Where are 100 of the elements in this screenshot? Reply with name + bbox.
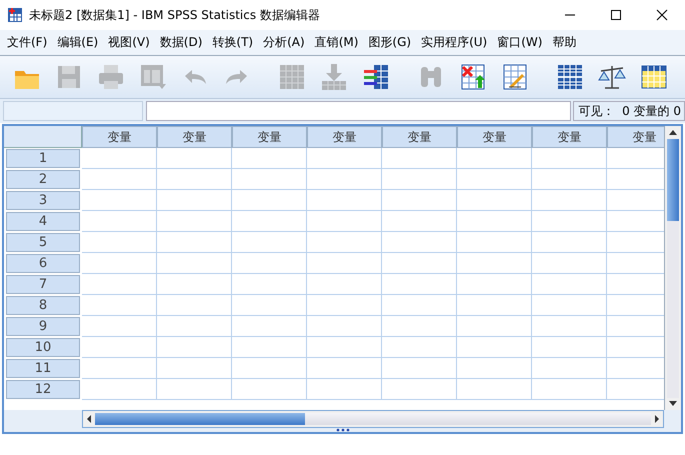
- table-cell[interactable]: [82, 316, 157, 337]
- row-header[interactable]: 4: [6, 212, 80, 231]
- table-cell[interactable]: [307, 169, 382, 190]
- column-header[interactable]: 变量: [382, 126, 457, 148]
- table-cell[interactable]: [307, 337, 382, 358]
- table-cell[interactable]: [457, 169, 532, 190]
- table-cell[interactable]: [157, 274, 232, 295]
- row-header[interactable]: 9: [6, 317, 80, 336]
- cell-reference-field[interactable]: [3, 101, 143, 121]
- menu-item[interactable]: 文件(F): [4, 34, 54, 51]
- resize-grip-icon[interactable]: [336, 428, 350, 432]
- row-header[interactable]: 6: [6, 254, 80, 273]
- menu-item[interactable]: 分析(A): [260, 34, 312, 51]
- table-cell[interactable]: [307, 148, 382, 169]
- table-cell[interactable]: [532, 190, 607, 211]
- row-header[interactable]: 3: [6, 191, 80, 210]
- scroll-thumb[interactable]: [95, 413, 305, 426]
- table-cell[interactable]: [532, 337, 607, 358]
- row-header[interactable]: 7: [6, 275, 80, 294]
- table-cell[interactable]: [457, 253, 532, 274]
- table-cell[interactable]: [82, 169, 157, 190]
- table-cell[interactable]: [382, 295, 457, 316]
- table-cell[interactable]: [457, 190, 532, 211]
- column-header[interactable]: 变量: [532, 126, 607, 148]
- table-cell[interactable]: [532, 379, 607, 400]
- column-header[interactable]: 变量: [607, 126, 664, 148]
- table-cell[interactable]: [382, 379, 457, 400]
- menu-item[interactable]: 编辑(E): [54, 34, 106, 51]
- table-cell[interactable]: [457, 295, 532, 316]
- row-header[interactable]: 2: [6, 170, 80, 189]
- table-cell[interactable]: [457, 232, 532, 253]
- table-cell[interactable]: [157, 148, 232, 169]
- table-cell[interactable]: [307, 316, 382, 337]
- table-cell[interactable]: [382, 232, 457, 253]
- table-cell[interactable]: [382, 190, 457, 211]
- table-cell[interactable]: [457, 148, 532, 169]
- menu-item[interactable]: 实用程序(U): [418, 34, 494, 51]
- row-header[interactable]: 10: [6, 338, 80, 357]
- table-cell[interactable]: [307, 295, 382, 316]
- table-cell[interactable]: [382, 148, 457, 169]
- table-cell[interactable]: [82, 232, 157, 253]
- table-cell[interactable]: [232, 211, 307, 232]
- table-cell[interactable]: [157, 190, 232, 211]
- table-cell[interactable]: [532, 148, 607, 169]
- table-cell[interactable]: [232, 253, 307, 274]
- table-cell[interactable]: [82, 358, 157, 379]
- column-header[interactable]: 变量: [457, 126, 532, 148]
- row-header[interactable]: 8: [6, 296, 80, 315]
- table-cell[interactable]: [532, 316, 607, 337]
- table-cell[interactable]: [532, 295, 607, 316]
- table-cell[interactable]: [232, 295, 307, 316]
- maximize-icon[interactable]: [610, 9, 622, 21]
- table-cell[interactable]: [232, 190, 307, 211]
- row-header[interactable]: 1: [6, 149, 80, 168]
- table-cell[interactable]: [307, 232, 382, 253]
- column-header[interactable]: 变量: [232, 126, 307, 148]
- row-header[interactable]: 12: [6, 380, 80, 399]
- row-header[interactable]: 5: [6, 233, 80, 252]
- table-cell[interactable]: [382, 337, 457, 358]
- table-cell[interactable]: [82, 379, 157, 400]
- close-icon[interactable]: [656, 9, 668, 21]
- table-cell[interactable]: [157, 253, 232, 274]
- table-cell[interactable]: [307, 358, 382, 379]
- table-cell[interactable]: [382, 358, 457, 379]
- table-cell[interactable]: [157, 169, 232, 190]
- column-header[interactable]: 变量: [307, 126, 382, 148]
- table-cell[interactable]: [457, 358, 532, 379]
- menu-item[interactable]: 帮助: [549, 34, 584, 51]
- table-cell[interactable]: [382, 169, 457, 190]
- row-header[interactable]: 11: [6, 359, 80, 378]
- menu-item[interactable]: 转换(T): [209, 34, 260, 51]
- horizontal-scrollbar[interactable]: [82, 410, 664, 428]
- table-cell[interactable]: [82, 148, 157, 169]
- table-cell[interactable]: [532, 253, 607, 274]
- table-cell[interactable]: [82, 274, 157, 295]
- table-cell[interactable]: [232, 379, 307, 400]
- table-cell[interactable]: [307, 379, 382, 400]
- table-cell[interactable]: [382, 316, 457, 337]
- table-cell[interactable]: [457, 379, 532, 400]
- menu-item[interactable]: 直销(M): [312, 34, 366, 51]
- table-cell[interactable]: [532, 211, 607, 232]
- table-cell[interactable]: [382, 274, 457, 295]
- table-cell[interactable]: [532, 274, 607, 295]
- table-cell[interactable]: [532, 232, 607, 253]
- table-cell[interactable]: [457, 316, 532, 337]
- table-cell[interactable]: [82, 253, 157, 274]
- table-cell[interactable]: [157, 379, 232, 400]
- scroll-thumb[interactable]: [667, 139, 679, 221]
- table-cell[interactable]: [82, 295, 157, 316]
- table-cell[interactable]: [232, 337, 307, 358]
- table-cell[interactable]: [457, 337, 532, 358]
- cell-value-field[interactable]: [146, 101, 572, 121]
- table-cell[interactable]: [157, 232, 232, 253]
- column-header[interactable]: 变量: [157, 126, 232, 148]
- table-cell[interactable]: [307, 253, 382, 274]
- menu-item[interactable]: 视图(V): [105, 34, 157, 51]
- table-cell[interactable]: [232, 274, 307, 295]
- vertical-scrollbar[interactable]: [664, 126, 681, 410]
- table-cell[interactable]: [157, 295, 232, 316]
- table-cell[interactable]: [232, 316, 307, 337]
